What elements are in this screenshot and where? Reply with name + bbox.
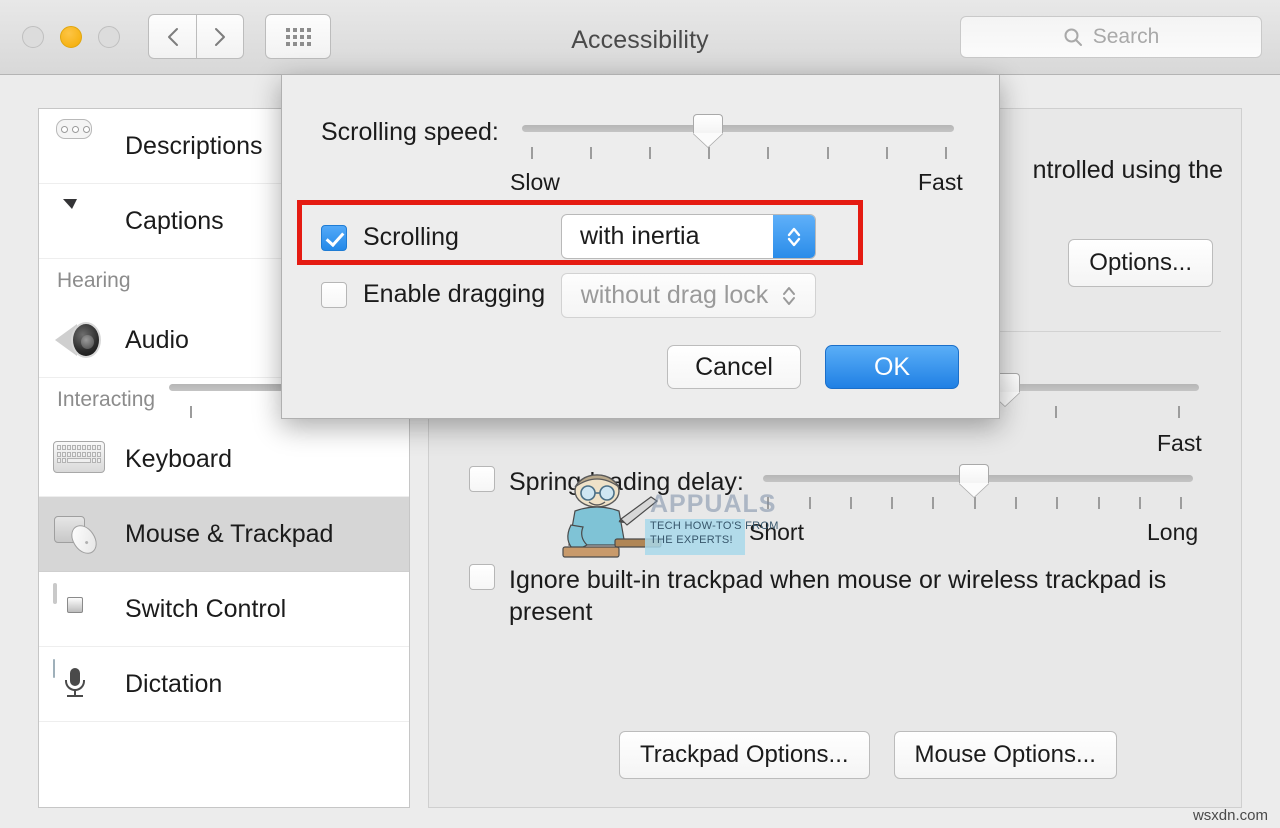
- sidebar-item-label: Captions: [125, 206, 224, 235]
- search-placeholder: Search: [1092, 25, 1160, 48]
- scrolling-speed-max-label: Fast: [918, 169, 963, 195]
- audio-icon: [53, 316, 107, 364]
- drag-lock-popup-value: without drag lock: [580, 281, 769, 309]
- captions-icon: [53, 197, 107, 245]
- options-button[interactable]: Options...: [1068, 239, 1213, 287]
- slider-ticks: [522, 147, 954, 161]
- scrolling-checkbox[interactable]: [321, 224, 347, 251]
- switch-control-icon: [53, 583, 107, 633]
- drag-lock-popup-button: without drag lock: [561, 273, 816, 318]
- watermark-tagline-1: TECH HOW-TO'S FROM: [650, 520, 779, 532]
- cancel-button[interactable]: Cancel: [667, 345, 801, 389]
- slider-thumb[interactable]: [958, 464, 989, 497]
- slider-thumb[interactable]: [693, 114, 724, 147]
- sidebar-item-label: Mouse & Trackpad: [125, 519, 334, 548]
- double-click-max-label: Fast: [1157, 430, 1202, 456]
- scrolling-popup-button[interactable]: with inertia: [561, 214, 816, 259]
- sidebar-item-dictation[interactable]: Dictation: [39, 647, 409, 722]
- descriptions-icon: [53, 122, 107, 170]
- sidebar-item-switch-control[interactable]: Switch Control: [39, 572, 409, 647]
- enable-dragging-label: Enable dragging: [363, 280, 546, 308]
- sheet-action-buttons: Cancel OK: [667, 345, 959, 389]
- sidebar-item-label: Audio: [125, 325, 189, 354]
- enable-dragging-row[interactable]: Enable dragging: [321, 280, 545, 309]
- ignore-trackpad-checkbox[interactable]: [469, 564, 495, 590]
- watermark-brand: APPUALS: [650, 490, 777, 518]
- mouse-trackpad-icon: [53, 510, 107, 559]
- search-field[interactable]: Search: [960, 16, 1262, 58]
- site-watermark: wsxdn.com: [1192, 807, 1268, 824]
- chevron-updown-icon: [773, 215, 815, 258]
- chevron-updown-icon: [782, 284, 796, 308]
- sidebar-item-label: Dictation: [125, 669, 223, 698]
- search-icon: [1064, 28, 1082, 46]
- scrolling-popup-value: with inertia: [580, 222, 700, 250]
- enable-dragging-checkbox[interactable]: [321, 281, 347, 308]
- sidebar-item-label: Switch Control: [125, 594, 287, 623]
- sidebar-item-label: Descriptions: [125, 131, 263, 160]
- preferences-window: Accessibility Search Descriptions Captio…: [0, 0, 1280, 828]
- window-titlebar: Accessibility Search: [0, 0, 1280, 75]
- scrolling-label: Scrolling: [363, 223, 459, 251]
- spring-loading-checkbox[interactable]: [469, 466, 495, 492]
- dictation-icon: [53, 659, 107, 708]
- slider-track: [522, 125, 954, 132]
- scrolling-row[interactable]: Scrolling: [321, 223, 459, 252]
- watermark-tagline-2: THE EXPERTS!: [650, 534, 733, 546]
- ignore-trackpad-row[interactable]: Ignore built-in trackpad when mouse or w…: [469, 564, 1209, 628]
- slider-ticks: [763, 497, 1193, 511]
- mouse-options-button[interactable]: Mouse Options...: [893, 731, 1117, 779]
- sidebar-item-keyboard[interactable]: Keyboard: [39, 422, 409, 497]
- ok-button[interactable]: OK: [825, 345, 959, 389]
- sidebar-item-mouse-trackpad[interactable]: Mouse & Trackpad: [39, 497, 409, 572]
- pane-option-buttons: Trackpad Options... Mouse Options...: [619, 731, 1117, 779]
- spring-loading-max-label: Long: [1147, 519, 1199, 545]
- ignore-trackpad-label: Ignore built-in trackpad when mouse or w…: [509, 566, 1167, 626]
- scrolling-speed-label: Scrolling speed:: [321, 118, 499, 146]
- keyboard-icon: [53, 435, 107, 483]
- appuals-watermark-text: APPUALS TECH HOW-TO'S FROM THE EXPERTS!: [650, 490, 779, 547]
- scrolling-options-sheet: Scrolling speed: Slow Fast Scrolling wit…: [281, 74, 1000, 419]
- trackpad-options-button[interactable]: Trackpad Options...: [619, 731, 870, 779]
- sidebar-item-label: Keyboard: [125, 444, 233, 473]
- scrolling-speed-min-label: Slow: [510, 169, 560, 195]
